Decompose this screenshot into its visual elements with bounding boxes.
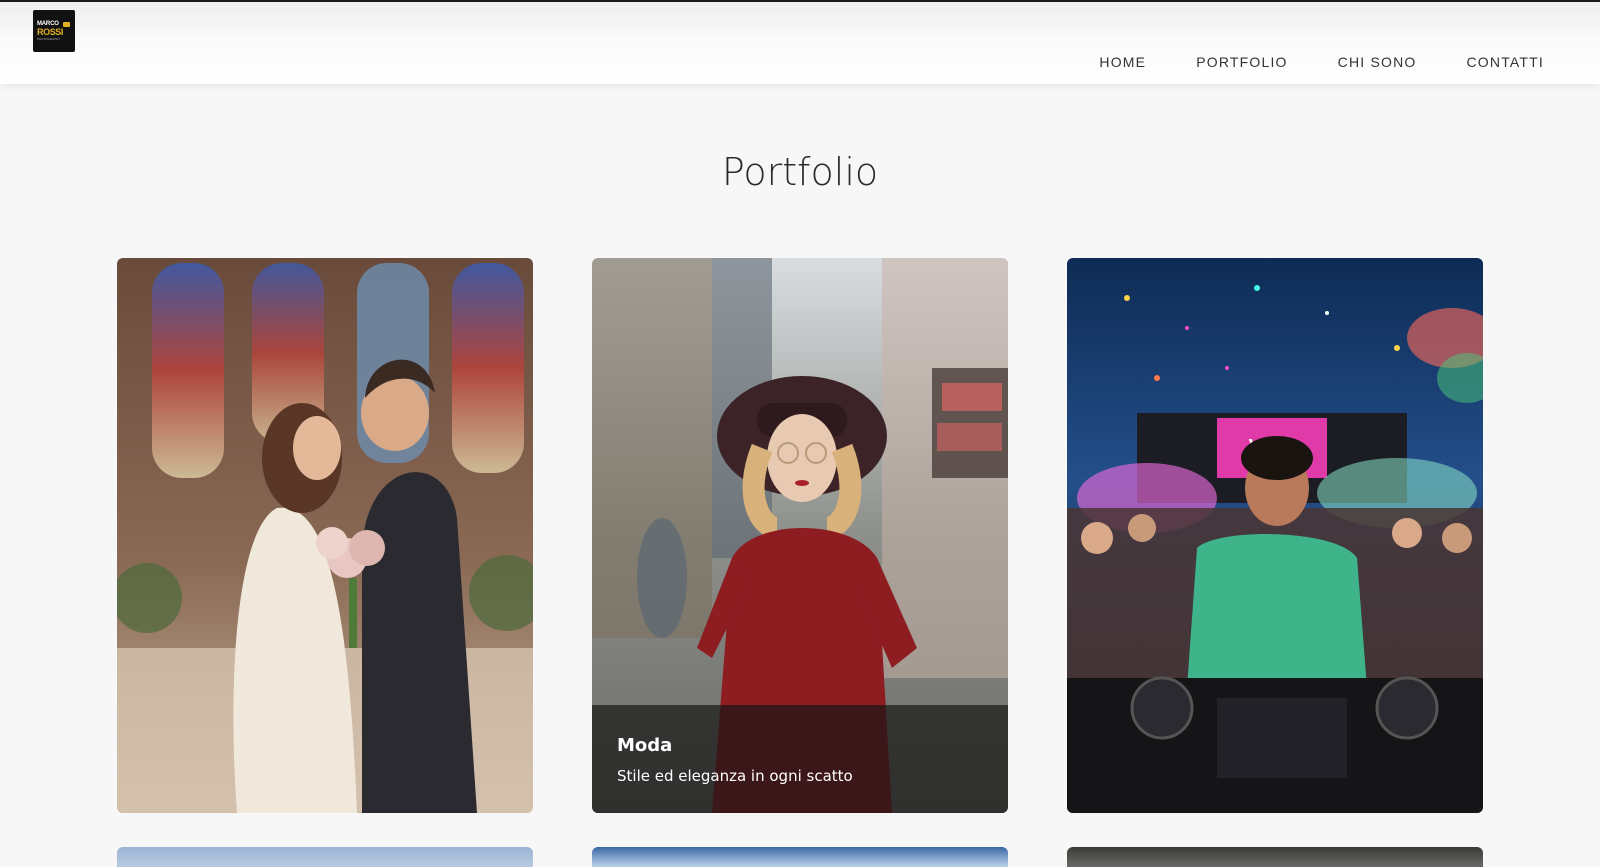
portfolio-card-peek[interactable] (117, 847, 533, 867)
page-title: Portfolio (721, 150, 879, 194)
portfolio-card-wedding[interactable] (117, 258, 533, 813)
card-caption-title: Moda (617, 735, 673, 756)
wedding-photo (117, 258, 533, 813)
portfolio-card-fashion[interactable]: Moda Stile ed eleganza in ogni scatto (592, 258, 1008, 813)
event-photo: VIBE (1067, 258, 1483, 813)
card-caption-subtitle: Stile ed eleganza in ogni scatto (617, 767, 853, 785)
card-caption-overlay: Moda Stile ed eleganza in ogni scatto (592, 705, 1008, 813)
portfolio-card-peek[interactable] (592, 847, 1008, 867)
main-nav: HOME PORTFOLIO CHI SONO CONTATTI (1049, 54, 1544, 70)
portfolio-card-peek[interactable] (1067, 847, 1483, 867)
logo-text-last: ROSSI (37, 27, 64, 37)
camera-icon (63, 22, 70, 27)
site-header: MARCO ROSSI PHOTOGRAPHY HOME PORTFOLIO C… (0, 2, 1600, 84)
logo-text-tagline: PHOTOGRAPHY (37, 37, 61, 41)
portfolio-card-event[interactable]: VIBE (1067, 258, 1483, 813)
nav-chi-sono[interactable]: CHI SONO (1338, 54, 1417, 70)
brand-logo[interactable]: MARCO ROSSI PHOTOGRAPHY (33, 10, 75, 52)
nav-home[interactable]: HOME (1099, 54, 1146, 70)
nav-contatti[interactable]: CONTATTI (1466, 54, 1544, 70)
nav-portfolio[interactable]: PORTFOLIO (1196, 54, 1287, 70)
